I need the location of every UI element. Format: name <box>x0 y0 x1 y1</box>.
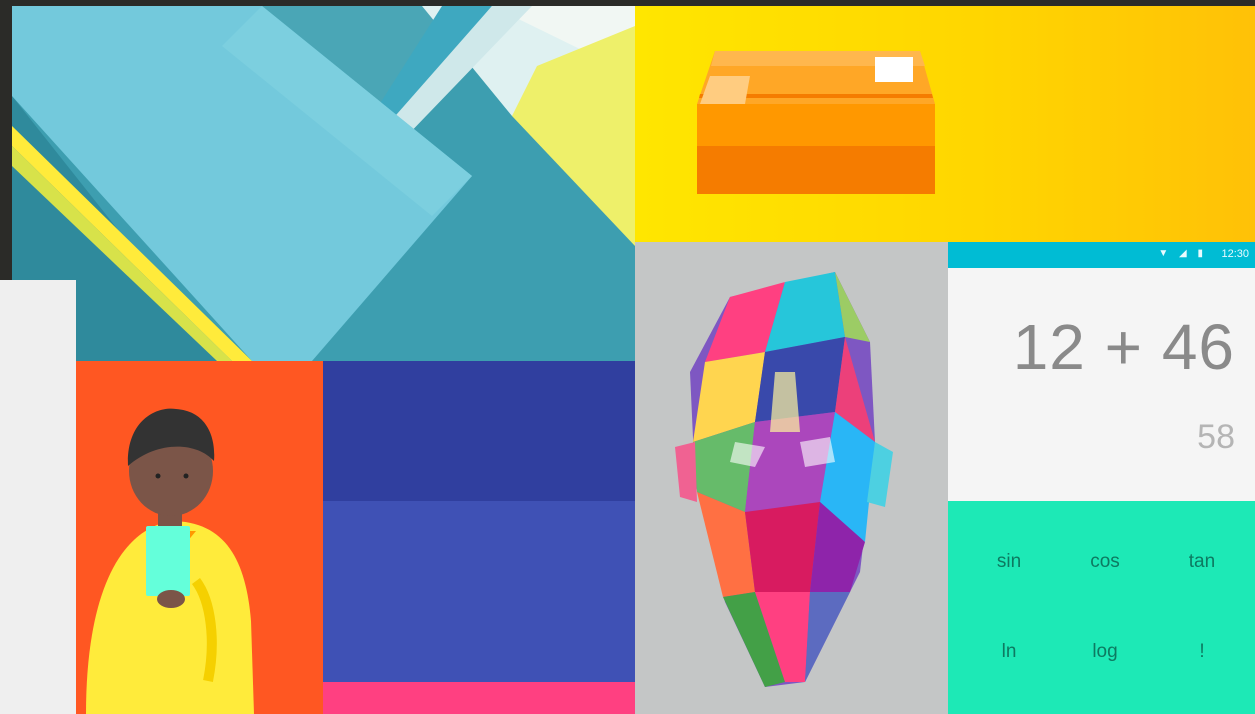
function-keypad: sin cos tan ln log ! <box>948 501 1255 714</box>
low-poly-head-illustration <box>675 272 893 687</box>
person-illustration-panel <box>76 361 323 714</box>
status-bar: ▼ ◢ ▮ 12:30 <box>948 242 1255 268</box>
result-text: 58 <box>1197 418 1235 456</box>
calculator-display: 12 + 46 58 <box>948 268 1255 501</box>
calculator-app: ▼ ◢ ▮ 12:30 12 + 46 58 sin cos tan ln lo… <box>948 242 1255 714</box>
key-factorial[interactable]: ! <box>1167 641 1237 663</box>
key-ln[interactable]: ln <box>974 641 1044 663</box>
geometric-paper-illustration <box>12 6 635 361</box>
package-box-panel <box>635 6 1255 242</box>
key-sin[interactable]: sin <box>974 551 1044 573</box>
side-panel <box>0 280 76 714</box>
indigo-dark-block <box>323 361 635 501</box>
key-tan[interactable]: tan <box>1167 551 1237 573</box>
indigo-block <box>323 501 635 682</box>
pink-block <box>323 682 635 714</box>
status-icons: ▼ ◢ ▮ <box>1158 248 1207 259</box>
formula-text[interactable]: 12 + 46 <box>1013 310 1235 384</box>
status-time: 12:30 <box>1221 248 1249 260</box>
key-cos[interactable]: cos <box>1070 551 1140 573</box>
person-with-phone-illustration <box>86 408 254 714</box>
low-poly-head-panel <box>635 242 948 714</box>
package-box-illustration <box>697 51 935 194</box>
key-log[interactable]: log <box>1070 641 1140 663</box>
